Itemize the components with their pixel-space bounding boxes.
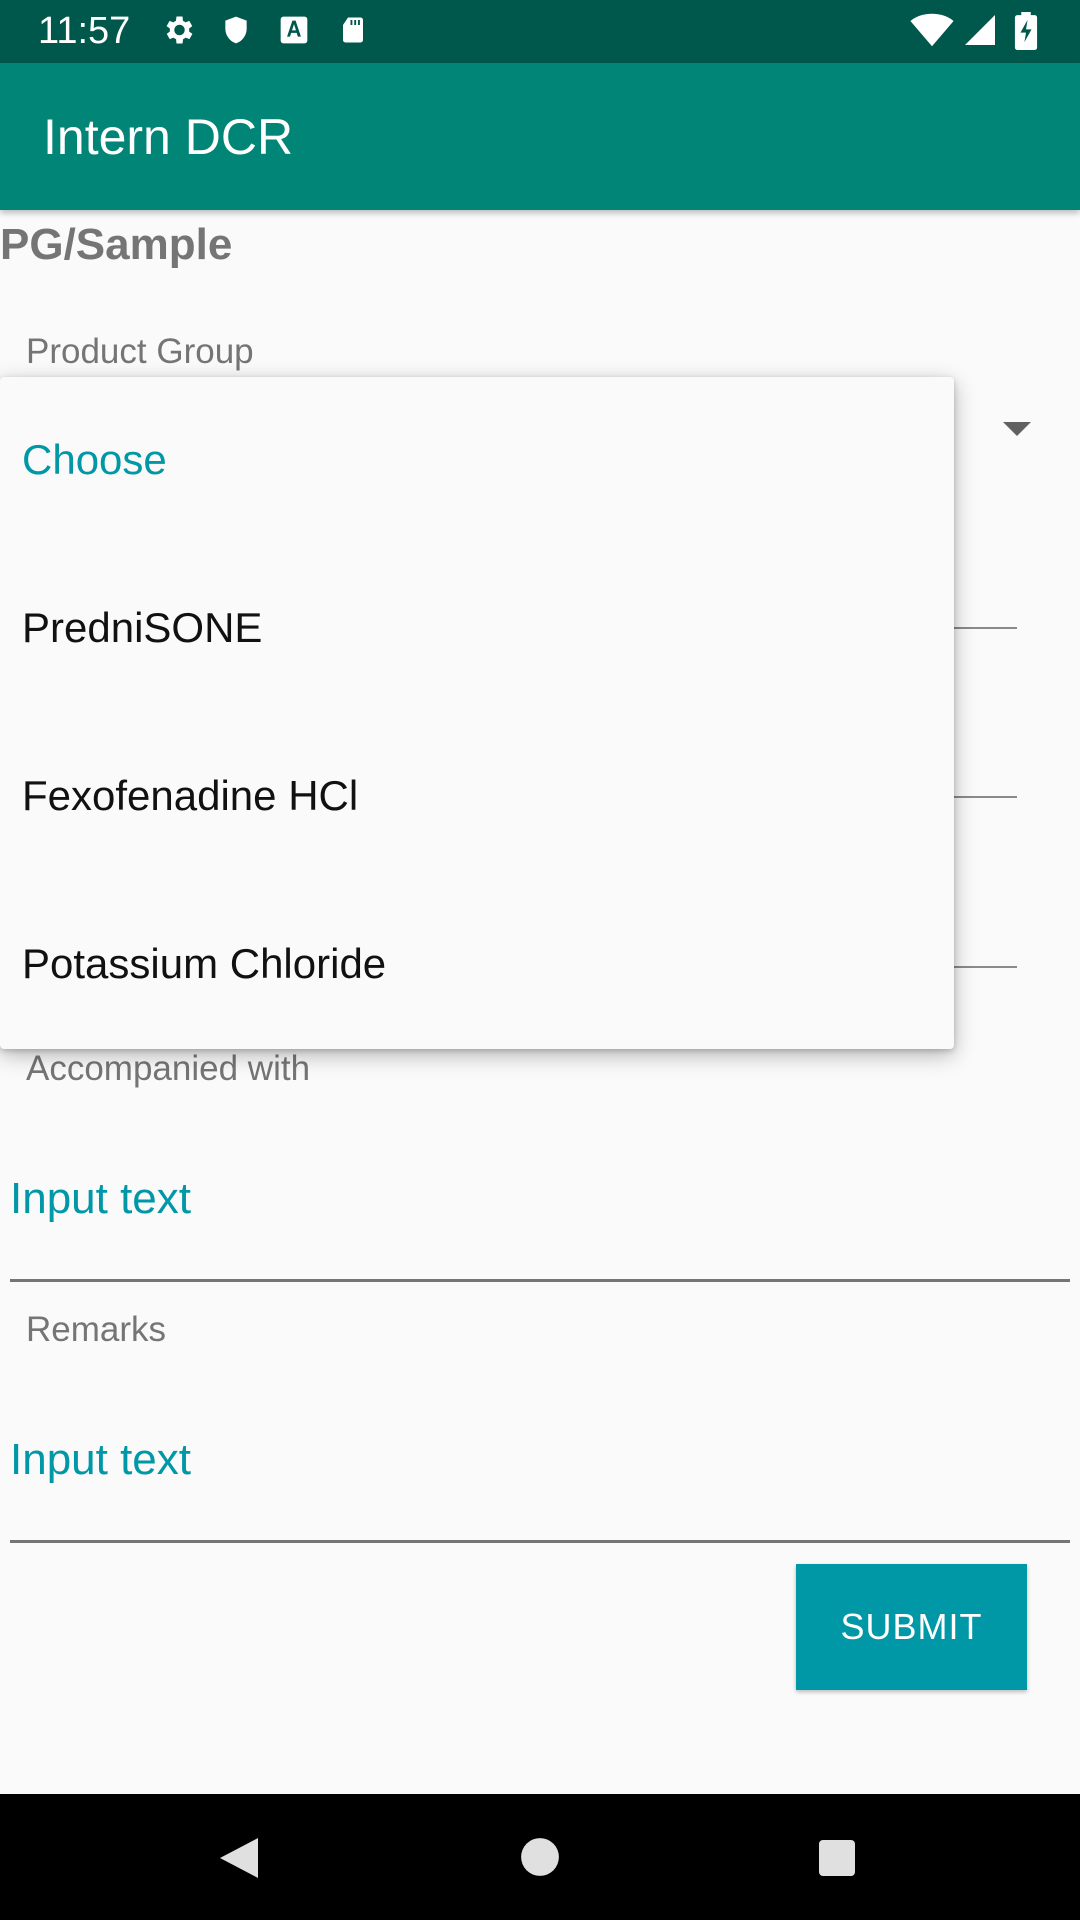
gear-icon — [166, 16, 193, 44]
home-icon[interactable] — [519, 1836, 561, 1878]
remarks-underline — [10, 1540, 1070, 1543]
app-bar: Intern DCR — [0, 63, 1080, 210]
navigation-bar — [0, 1794, 1080, 1920]
status-icons-right — [910, 12, 1080, 52]
dropdown-option-label: PredniSONE — [22, 604, 263, 651]
remarks-label: Remarks — [26, 1310, 167, 1349]
status-time: 11:57 — [38, 10, 131, 52]
accompanied-with-underline — [10, 1279, 1070, 1282]
battery-charging-icon — [1014, 12, 1038, 50]
dropdown-option-label: Fexofenadine HCl — [22, 772, 359, 819]
status-bar: 11:57 — [0, 0, 1080, 63]
product-group-dropdown: Choose PredniSONE Fexofenadine HCl Potas… — [0, 377, 954, 1049]
dropdown-option-choose[interactable]: Choose — [0, 377, 954, 545]
remarks-input[interactable]: Input text — [10, 1433, 191, 1487]
accompanied-with-input[interactable]: Input text — [10, 1172, 191, 1226]
dropdown-option-potassium-chloride[interactable]: Potassium Chloride — [0, 881, 954, 1049]
accompanied-with-label: Accompanied with — [26, 1049, 311, 1088]
product-group-label: Product Group — [26, 332, 254, 371]
submit-button[interactable]: SUBMIT — [796, 1564, 1027, 1690]
chevron-down-icon[interactable] — [1003, 422, 1031, 436]
section-title: PG/Sample — [0, 220, 233, 269]
dropdown-option-prednisone[interactable]: PredniSONE — [0, 545, 954, 713]
dropdown-option-label: Potassium Chloride — [22, 940, 387, 987]
recents-icon[interactable] — [817, 1838, 857, 1878]
signal-icon — [965, 15, 995, 45]
shield-icon — [225, 16, 247, 44]
app-title: Intern DCR — [43, 109, 294, 165]
dropdown-option-fexofenadine[interactable]: Fexofenadine HCl — [0, 713, 954, 881]
font-a-icon — [280, 16, 308, 44]
back-icon[interactable] — [216, 1834, 260, 1882]
sd-card-icon — [343, 17, 363, 43]
dropdown-option-label: Choose — [22, 436, 167, 483]
wifi-icon — [910, 13, 954, 47]
